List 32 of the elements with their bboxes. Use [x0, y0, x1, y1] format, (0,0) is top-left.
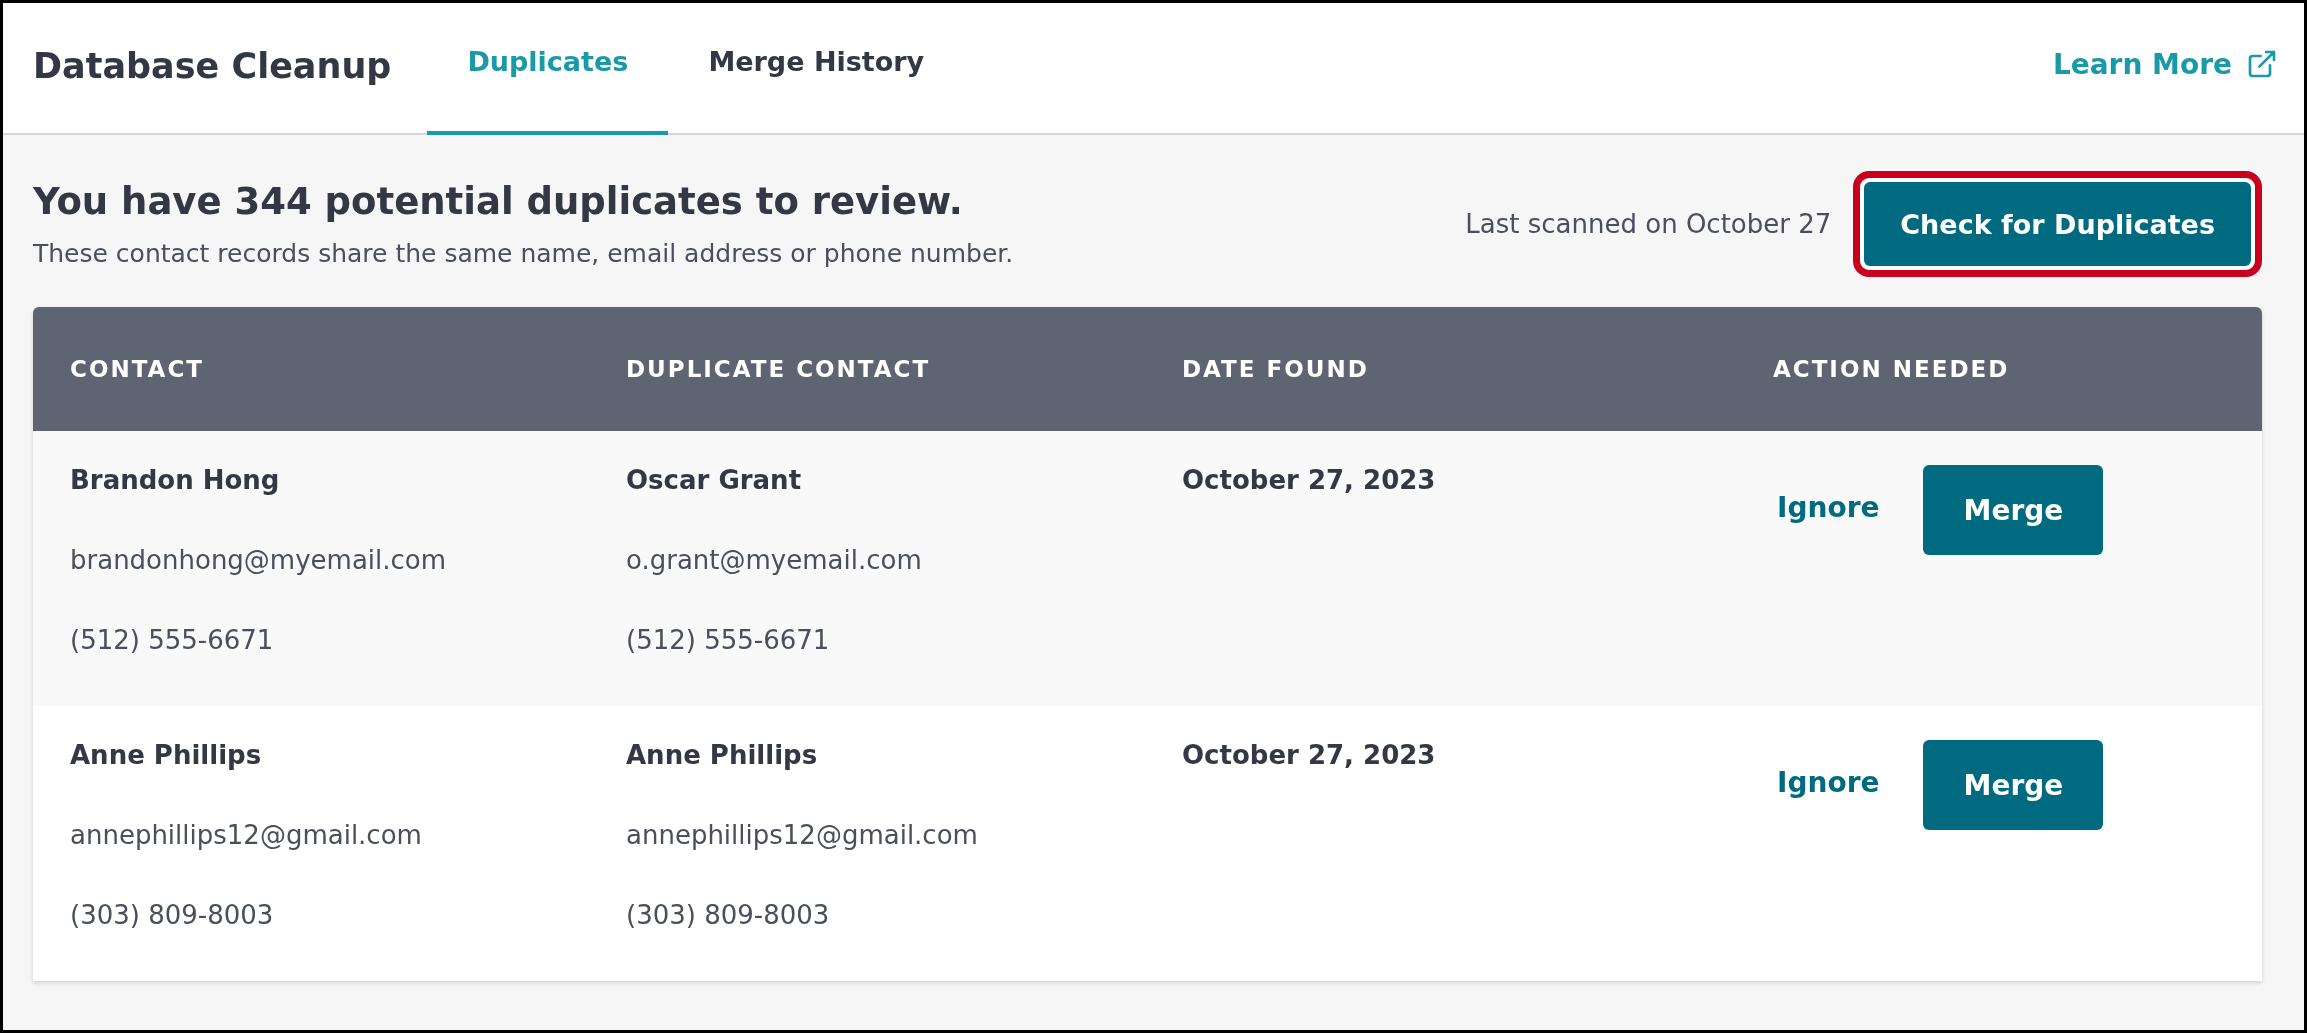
contact-phone: (303) 809-8003 [626, 900, 831, 930]
contact-email: annephillips12@gmail.com [626, 820, 979, 850]
contact-name: Anne Phillips [70, 740, 263, 770]
page-description: These contact records share the same name, email address or phone number. [33, 239, 1015, 268]
contact-name: Oscar Grant [626, 465, 803, 495]
ignore-link[interactable]: Ignore [1777, 491, 1880, 524]
date-found: October 27, 2023 [1182, 465, 1437, 495]
column-header: CONTACT [70, 356, 205, 382]
contact-email: o.grant@myemail.com [626, 545, 923, 575]
ignore-link[interactable]: Ignore [1777, 766, 1880, 799]
page-heading: You have 344 potential duplicates to review. [33, 180, 964, 223]
learn-more-text[interactable]: Learn More [2052, 47, 2232, 81]
merge-button[interactable]: Merge [1923, 740, 2104, 830]
column-header: DUPLICATE CONTACT [626, 356, 932, 382]
tab[interactable]: Merge History [668, 3, 965, 135]
contact-name: Brandon Hong [70, 465, 281, 495]
tab[interactable]: Duplicates [427, 3, 669, 135]
contact-phone: (512) 555-6671 [626, 625, 831, 655]
contact-email: brandonhong@myemail.com [70, 545, 448, 575]
contact-phone: (303) 809-8003 [70, 900, 275, 930]
external-link-icon [2246, 48, 2278, 80]
merge-button[interactable]: Merge [1923, 465, 2104, 555]
check-duplicates-button[interactable]: Check for Duplicates [1864, 182, 2251, 266]
app-title: Database Cleanup [33, 46, 392, 86]
last-scanned-text: Last scanned on October 27 [1465, 209, 1832, 239]
column-header: DATE FOUND [1182, 356, 1370, 382]
date-found: October 27, 2023 [1182, 740, 1437, 770]
learn-more-link[interactable]: Learn More [2052, 47, 2278, 81]
contact-name: Anne Phillips [626, 740, 819, 770]
contact-email: annephillips12@gmail.com [70, 820, 423, 850]
column-header: ACTION NEEDED [1773, 356, 2011, 382]
contact-phone: (512) 555-6671 [70, 625, 275, 655]
